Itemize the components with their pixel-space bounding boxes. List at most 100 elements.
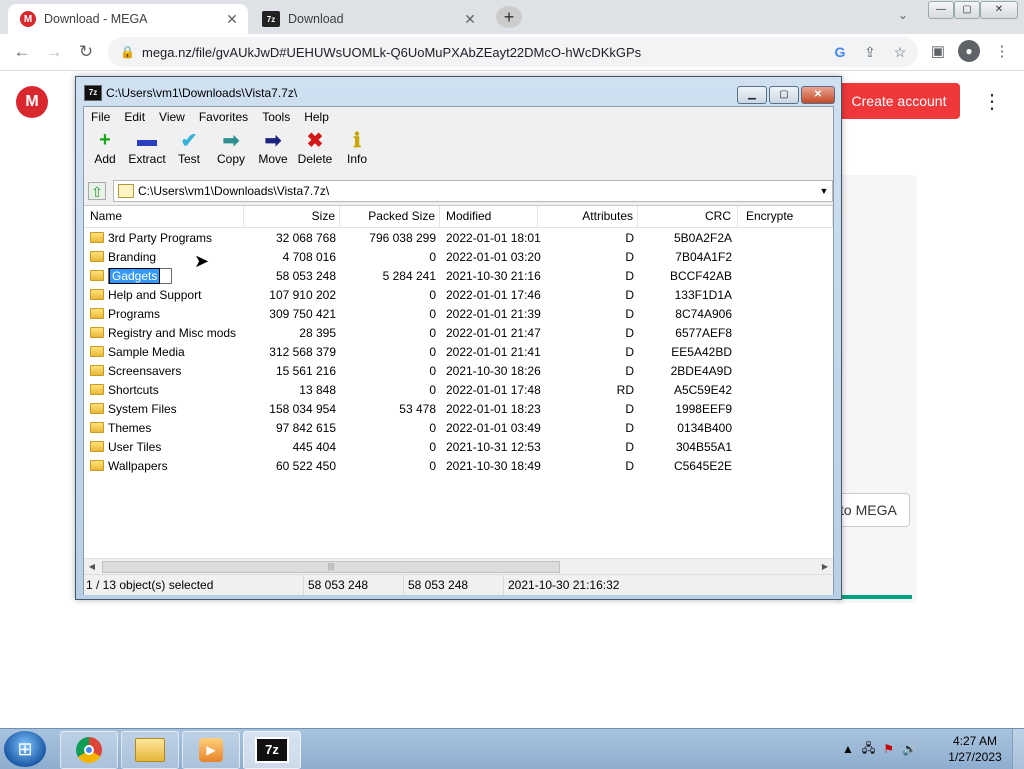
minimize-window-button[interactable]: — [928, 1, 954, 19]
sevenzip-favicon-icon: 7z [262, 11, 280, 27]
path-combobox[interactable]: C:\Users\vm1\Downloads\Vista7.7z\ ▼ [113, 180, 833, 202]
taskbar-7zip[interactable]: 7z [243, 731, 301, 769]
close-tab-icon[interactable]: ✕ [460, 11, 480, 28]
restore-window-button[interactable]: ▢ [954, 1, 980, 19]
show-desktop-button[interactable] [1012, 729, 1024, 769]
taskbar-chrome[interactable] [60, 731, 118, 769]
minimize-button[interactable]: ▁ [737, 86, 767, 104]
column-modified[interactable]: Modified [440, 206, 538, 227]
menu-favorites[interactable]: Favorites [192, 110, 255, 124]
cell-modified: 2022-01-01 18:23 [446, 401, 541, 416]
show-hidden-icons-icon[interactable]: ▲ [842, 742, 854, 756]
profile-icon[interactable]: ● [958, 40, 982, 64]
cell-name: Themes [84, 421, 244, 435]
delete-button[interactable]: ✖ Delete [294, 128, 336, 174]
cell-name: Gadgets [84, 267, 244, 284]
back-arrow-icon[interactable]: ← [10, 40, 34, 64]
test-button[interactable]: ✔ Test [168, 128, 210, 174]
column-crc[interactable]: CRC [638, 206, 738, 227]
folder-icon [90, 403, 104, 414]
create-account-button[interactable]: Create account [838, 83, 960, 119]
action-center-icon[interactable]: ⚑ [883, 742, 894, 756]
menu-view[interactable]: View [152, 110, 192, 124]
table-row[interactable]: Screensavers 15 561 216 0 2021-10-30 18:26 D… [84, 361, 833, 380]
tab-search-chevron-icon[interactable]: ⌄ [898, 8, 908, 22]
network-icon[interactable]: 🖧 [862, 739, 875, 760]
address-bar[interactable]: 🔒 mega.nz/file/gvAUkJwD#UEHUWsUOMLk-Q6Uo… [108, 37, 918, 67]
url-text[interactable]: mega.nz/file/gvAUkJwD#UEHUWsUOMLk-Q6UoMu… [142, 45, 828, 60]
horizontal-scrollbar[interactable]: ◀ ||| ▶ [84, 558, 833, 575]
table-row[interactable]: Shortcuts 13 848 0 2022-01-01 17:48 RD A5C59E… [84, 380, 833, 399]
table-row[interactable]: Themes 97 842 615 0 2022-01-01 03:49 D 0134B4… [84, 418, 833, 437]
file-name: 3rd Party Programs [108, 230, 213, 245]
more-menu-icon[interactable]: ⋮ [982, 90, 1002, 114]
menu-help[interactable]: Help [297, 110, 336, 124]
forward-arrow-icon[interactable]: → [42, 40, 66, 64]
table-row[interactable]: Wallpapers 60 522 450 0 2021-10-30 18:49 D C5… [84, 456, 833, 475]
cell-modified: 2022-01-01 17:46 [446, 287, 541, 302]
share-icon[interactable]: ⇪ [858, 44, 882, 61]
start-button[interactable]: ⊞ [4, 731, 46, 767]
lock-icon[interactable]: 🔒 [120, 45, 135, 59]
copy-button[interactable]: ➡ Copy [210, 128, 252, 174]
scroll-left-icon[interactable]: ◀ [84, 559, 100, 575]
file-list[interactable]: Name Size Packed Size Modified Attribute… [84, 205, 833, 575]
add-icon: + [99, 128, 111, 151]
side-panel-icon[interactable]: ▣ [926, 40, 950, 64]
column-packed-size[interactable]: Packed Size [340, 206, 440, 227]
bookmark-star-icon[interactable]: ☆ [888, 44, 912, 61]
path-text[interactable]: C:\Users\vm1\Downloads\Vista7.7z\ [138, 184, 816, 198]
column-encrypted[interactable]: Encrypte [738, 206, 833, 227]
table-row[interactable]: Sample Media 312 568 379 0 2022-01-01 21:41… [84, 342, 833, 361]
table-row[interactable]: Help and Support 107 910 202 0 2022-01-01 1… [84, 285, 833, 304]
move-button[interactable]: ➡ Move [252, 128, 294, 174]
add-label: Add [94, 152, 116, 166]
reload-icon[interactable]: ↻ [74, 40, 98, 64]
folder-icon [90, 346, 104, 357]
chrome-menu-icon[interactable]: ⋮ [990, 40, 1014, 64]
close-window-button[interactable]: ✕ [980, 1, 1018, 19]
clock[interactable]: 4:27 AM 1/27/2023 [940, 733, 1010, 765]
mega-logo[interactable]: M [16, 86, 48, 118]
cell-packed-size: 796 038 299 [369, 230, 436, 245]
up-folder-icon[interactable]: ⇧ [88, 182, 106, 200]
import-to-mega-button[interactable]: to MEGA [836, 493, 910, 527]
column-name[interactable]: Name [84, 206, 244, 227]
status-packed: 58 053 248 [404, 575, 504, 595]
cell-packed-size: 0 [429, 287, 436, 302]
file-name: Themes [108, 420, 152, 435]
volume-icon[interactable]: 🔊 [902, 742, 917, 756]
close-button[interactable]: ✕ [801, 86, 835, 104]
system-tray: ▲ 🖧 ⚑ 🔊 [842, 729, 925, 769]
table-row[interactable]: 3rd Party Programs 32 068 768 796 038 299 2… [84, 228, 833, 247]
rename-input[interactable]: Gadgets [108, 267, 173, 284]
tab-mega-download[interactable]: M Download - MEGA ✕ [8, 4, 248, 34]
taskbar-media-player[interactable]: ▶ [182, 731, 240, 769]
scroll-right-icon[interactable]: ▶ [817, 559, 833, 575]
new-tab-button[interactable]: + [496, 6, 522, 28]
maximize-button[interactable]: ▢ [769, 86, 799, 104]
dropdown-arrow-icon[interactable]: ▼ [816, 186, 832, 196]
sevenzip-icon: 7z [255, 737, 289, 763]
table-row[interactable]: System Files 158 034 954 53 478 2022-01-01 … [84, 399, 833, 418]
add-button[interactable]: + Add [84, 128, 126, 174]
table-row[interactable]: Registry and Misc mods 28 395 0 2022-01-01 … [84, 323, 833, 342]
column-attributes[interactable]: Attributes [538, 206, 638, 227]
taskbar-explorer[interactable] [121, 731, 179, 769]
clock-date: 1/27/2023 [948, 750, 1002, 764]
menu-edit[interactable]: Edit [117, 110, 152, 124]
status-bar: 1 / 13 object(s) selected 58 053 248 58 … [84, 574, 833, 595]
sevenzip-app-icon: 7z [84, 85, 102, 101]
table-row[interactable]: User Tiles 445 404 0 2021-10-31 12:53 D 304B5… [84, 437, 833, 456]
column-size[interactable]: Size [244, 206, 340, 227]
menu-file[interactable]: File [84, 110, 117, 124]
scroll-thumb[interactable]: ||| [102, 561, 560, 573]
table-row[interactable]: Programs 309 750 421 0 2022-01-01 21:39 D 8C7… [84, 304, 833, 323]
menu-tools[interactable]: Tools [255, 110, 297, 124]
close-tab-icon[interactable]: ✕ [222, 11, 242, 28]
tab-download[interactable]: 7z Download ✕ [250, 4, 486, 34]
info-button[interactable]: ℹ Info [336, 128, 378, 174]
google-lens-icon[interactable]: G [828, 44, 852, 60]
cell-name: 3rd Party Programs [84, 231, 244, 245]
extract-button[interactable]: ▬ Extract [126, 128, 168, 174]
